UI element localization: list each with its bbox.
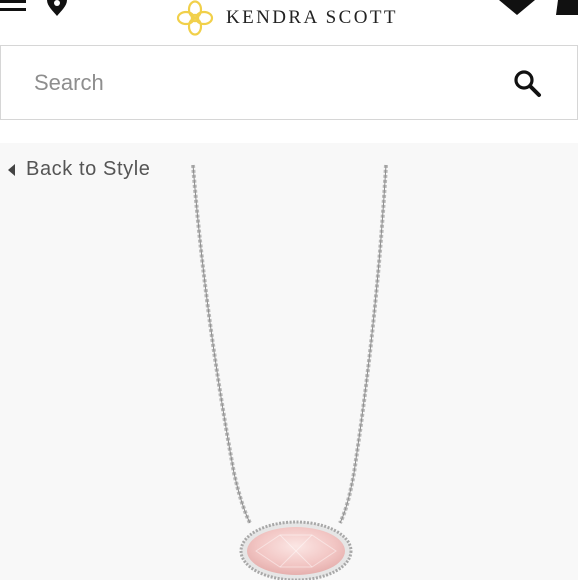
- back-link-label: Back to Style: [26, 158, 151, 180]
- heart-icon[interactable]: [499, 0, 535, 16]
- bag-icon[interactable]: [554, 0, 578, 16]
- search-icon[interactable]: [513, 69, 543, 99]
- location-pin-icon[interactable]: [45, 0, 69, 18]
- brand-name: KENDRA SCOTT: [226, 7, 398, 28]
- back-to-style-link[interactable]: Back to Style: [8, 158, 151, 181]
- search-bar: [0, 45, 578, 120]
- brand-logo[interactable]: KENDRA SCOTT: [176, 0, 398, 36]
- product-image-area: [0, 143, 578, 580]
- caret-left-icon: [8, 163, 15, 176]
- product-image[interactable]: [0, 143, 578, 580]
- search-input[interactable]: [34, 64, 474, 102]
- top-nav-bar: KENDRA SCOTT: [0, 0, 578, 44]
- logo-icon: [176, 0, 214, 36]
- menu-icon[interactable]: [0, 0, 28, 18]
